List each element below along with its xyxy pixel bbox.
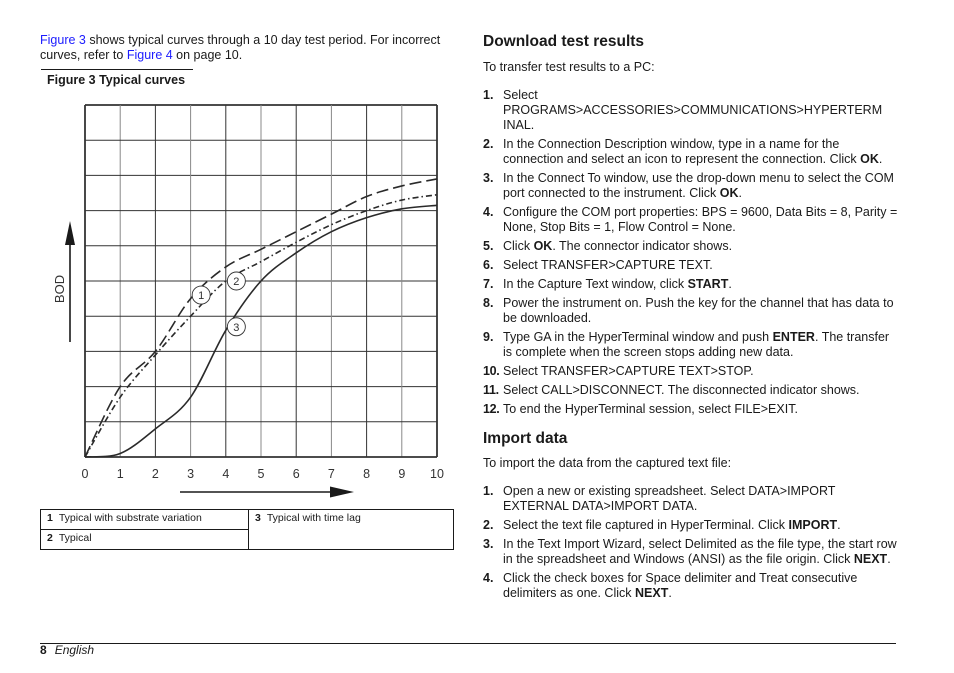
figure-legend: 1 Typical with substrate variation 3 Typic… [40,509,454,550]
step-text: Select TRANSFER>CAPTURE TEXT>STOP. [503,364,754,378]
step-item: 9. Type GA in the HyperTerminal window an… [483,330,898,360]
step-number: 4. [483,571,494,585]
figure-3-link[interactable]: Figure 3 [40,33,86,47]
step-text: Open a new or existing spreadsheet. Sele… [503,484,836,513]
legend-item-2: 2 Typical [40,529,249,550]
step-text: In the Connect To window, use the drop-d… [503,171,894,200]
curve-label-1: 1 [191,285,211,305]
step-text: In the Connection Description window, ty… [503,137,883,166]
download-steps: 1. Select PROGRAMS>ACCESSORIES>COMMUNICAT… [483,88,898,421]
x-tick-labels: 0 1 2 3 4 5 6 7 8 9 10 [82,467,444,481]
step-number: 6. [483,258,494,272]
curve-label-3: 3 [226,317,246,337]
step-text: Click OK. The connector indicator shows. [503,239,733,253]
step-number: 2. [483,137,494,151]
x-tick-label: 0 [82,467,89,481]
x-tick-label: 2 [152,467,159,481]
legend-item-1: 1 Typical with substrate variation [40,509,249,530]
x-tick-label: 8 [363,467,370,481]
step-item: 3. In the Connect To window, use the drop… [483,171,898,201]
curve-label-text: 3 [233,322,239,334]
import-intro: To import the data from the captured tex… [483,456,732,470]
x-tick-label: 10 [430,467,444,481]
step-item: 8. Power the instrument on. Push the key … [483,296,898,326]
bod-chart: 0 1 2 3 4 5 6 7 8 9 10 1 2 3 BOD [52,104,444,498]
step-number: 9. [483,330,494,344]
step-item: 7. In the Capture Text window, click STAR… [483,277,898,292]
x-tick-label: 6 [293,467,300,481]
step-text: Select CALL>DISCONNECT. The disconnected… [503,383,860,397]
step-text: Select PROGRAMS>ACCESSORIES>COMMUNICATIO… [503,88,883,132]
footer-rule [40,643,896,644]
step-item: 4. Configure the COM port properties: BPS… [483,205,898,235]
step-text: Select the text file captured in HyperTe… [503,518,841,532]
step-item: 5. Click OK. The connector indicator show… [483,239,898,254]
step-item: 1. Select PROGRAMS>ACCESSORIES>COMMUNICAT… [483,88,898,133]
step-item: 2. Select the text file captured in Hyper… [483,518,898,533]
step-text: In the Text Import Wizard, select Delimi… [503,537,897,566]
x-tick-label: 7 [328,467,335,481]
y-axis-label: BOD [52,275,67,303]
step-number: 8. [483,296,494,310]
footer-language: English [54,643,95,657]
arrow-up-icon [65,221,75,245]
step-number: 12. [483,402,500,416]
x-axis-arrow [180,486,354,498]
figure-4-link[interactable]: Figure 4 [127,48,173,62]
curve-label-text: 1 [198,290,204,302]
step-item: 11. Select CALL>DISCONNECT. The disconnec… [483,383,898,398]
x-tick-label: 9 [398,467,405,481]
x-tick-label: 5 [258,467,265,481]
x-tick-label: 4 [222,467,229,481]
import-steps: 1. Open a new or existing spreadsheet. Se… [483,484,898,605]
download-heading: Download test results [483,33,645,50]
legend-item-3: 3 Typical with time lag [248,509,454,550]
step-text: Click the check boxes for Space delimite… [503,571,858,600]
step-number: 7. [483,277,494,291]
step-item: 12. To end the HyperTerminal session, sel… [483,402,898,417]
step-number: 1. [483,88,494,102]
step-number: 1. [483,484,494,498]
step-item: 4. Click the check boxes for Space delimi… [483,571,898,601]
step-number: 5. [483,239,494,253]
figure-caption-rule [41,69,193,70]
step-number: 10. [483,364,500,378]
footer: 8 English [40,643,94,657]
step-item: 2. In the Connection Description window, … [483,137,898,167]
page-number: 8 [40,643,47,657]
step-text: Type GA in the HyperTerminal window and … [503,330,890,359]
step-item: 10. Select TRANSFER>CAPTURE TEXT>STOP. [483,364,898,379]
step-text: Configure the COM port properties: BPS =… [503,205,898,234]
intro-text-2: on page 10. [172,48,243,62]
step-item: 3. In the Text Import Wizard, select Deli… [483,537,898,567]
intro-paragraph: Figure 3 shows typical curves through a … [40,33,460,63]
step-item: 1. Open a new or existing spreadsheet. Se… [483,484,898,514]
step-text: To end the HyperTerminal session, select… [503,402,798,416]
step-text: Select TRANSFER>CAPTURE TEXT. [503,258,713,272]
step-text: In the Capture Text window, click START. [503,277,732,291]
step-number: 3. [483,537,494,551]
x-tick-label: 3 [187,467,194,481]
step-number: 2. [483,518,494,532]
step-item: 6. Select TRANSFER>CAPTURE TEXT. [483,258,898,273]
curve-label-text: 2 [233,276,239,288]
curve-annotations: 1 2 3 [191,271,246,337]
x-tick-label: 1 [117,467,124,481]
step-number: 11. [483,383,499,397]
arrow-right-icon [330,486,354,498]
curve-label-2: 2 [226,271,246,291]
download-intro: To transfer test results to a PC: [483,60,655,74]
step-number: 3. [483,171,494,185]
step-number: 4. [483,205,494,219]
step-text: Power the instrument on. Push the key fo… [503,296,894,325]
import-heading: Import data [483,430,568,447]
figure-caption: Figure 3 Typical curves [47,73,186,87]
